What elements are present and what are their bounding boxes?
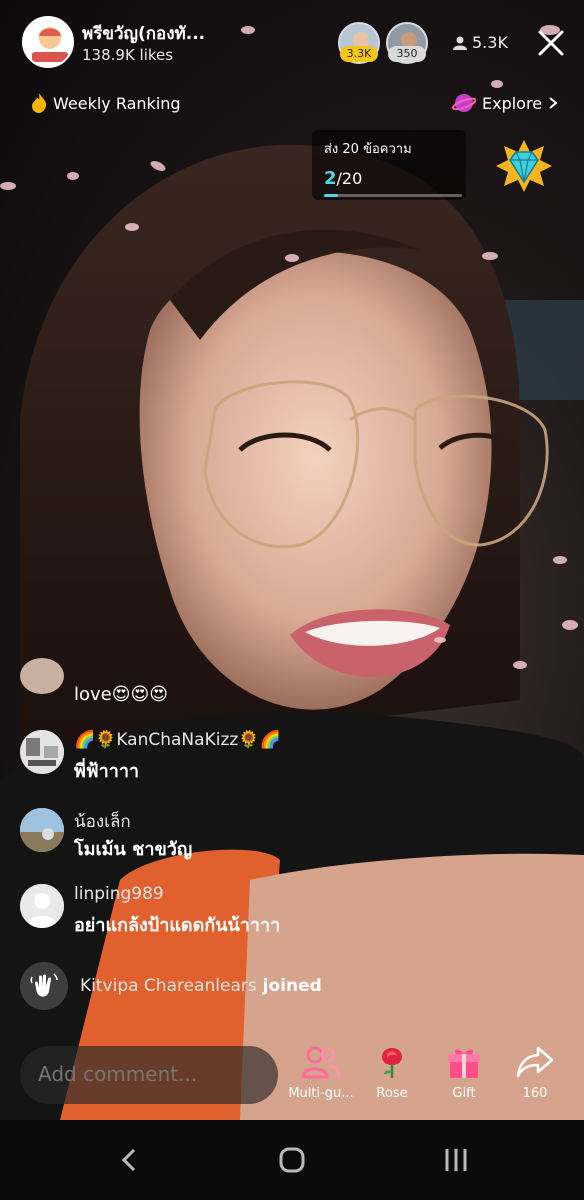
weekly-ranking-button[interactable]: Weekly Ranking [30,90,181,116]
comment-avatar[interactable] [20,808,64,852]
flame-icon [32,93,47,113]
system-nav-bar [0,1120,584,1200]
comment-input[interactable] [38,1062,258,1086]
wave-hand-avatar [20,962,68,1010]
person-icon [453,36,467,50]
host-name: พรีขวัญ(กองทั... [82,24,206,44]
message-task-widget[interactable]: ส่ง 20 ข้อความ 2/20 [312,130,466,200]
host-info[interactable]: พรีขวัญ(กองทั... 138.9K likes [18,12,318,70]
host-likes: 138.9K likes [82,46,174,64]
comment-box[interactable] [20,1046,278,1104]
multi-guest-icon [301,1046,341,1079]
diamond-icon [496,140,552,192]
gift-button[interactable]: Gift [429,1044,499,1106]
explore-label: Explore [482,93,543,113]
share-icon [516,1046,554,1078]
viewer-count-value: 5.3K [472,33,508,52]
comment-username[interactable]: น้องเล็ก [74,808,131,835]
joined-username[interactable]: Kitvipa Chareanlears [80,976,257,996]
comment-item: linping989 อย่าแกล้งป้าแดดกันน้าาาา [18,884,358,960]
comment-item: 🌈🌻KanChaNaKizz🌻🌈 พี่ฟ้าาาา [18,730,358,808]
comment-list[interactable]: love😍😍😍 🌈🌻KanChaNaKizz🌻🌈 พี่ฟ้าาาา น้องเ… [18,658,358,960]
comment-username[interactable]: linping989 [74,884,164,904]
gift-icon [448,1049,480,1078]
weekly-ranking-label: Weekly Ranking [53,93,181,113]
task-progress: 2/20 [324,168,362,189]
multi-guest-button[interactable]: Multi-gu... [286,1044,356,1106]
joined-suffix: joined [256,976,322,996]
chevron-right-icon [549,97,558,109]
viewer-count[interactable]: 5.3K [452,33,508,52]
task-progress-total: /20 [336,169,363,188]
home-icon [279,1147,305,1173]
comment-username[interactable]: 🌈🌻KanChaNaKizz🌻🌈 [74,730,281,750]
wave-hand-icon [30,973,58,997]
nav-back-button[interactable] [110,1140,150,1180]
recents-icon [445,1149,467,1171]
join-notice-text: Kitvipa Chareanlears joined [80,976,322,996]
comment-avatar[interactable] [20,884,64,928]
comment-avatar[interactable] [20,658,64,694]
comment-avatar[interactable] [20,730,64,774]
explore-button[interactable]: Explore [452,90,558,116]
comment-item: น้องเล็ก โมเม้น ชาขวัญ [18,808,358,884]
rose-gift-button[interactable]: Rose [357,1044,427,1106]
comment-text: อย่าแกล้งป้าแดดกันน้าาาา [74,915,281,936]
nav-home-button[interactable] [272,1140,312,1180]
task-title: ส่ง 20 ข้อความ [324,142,412,157]
gift-label: Gift [452,1086,476,1101]
share-button[interactable]: 160 [500,1044,570,1106]
comment-item: love😍😍😍 [18,658,358,730]
rose-icon [382,1048,402,1078]
task-progress-current: 2 [324,168,337,189]
task-progress-bar [324,194,462,197]
back-icon [121,1148,136,1172]
task-progress-fill [324,194,338,197]
diamond-reward[interactable] [494,138,554,194]
multi-guest-label: Multi-gu... [288,1086,354,1101]
share-count: 160 [522,1086,548,1101]
comment-text: love😍😍😍 [74,684,169,705]
planet-icon [452,94,476,112]
host-avatar[interactable] [22,16,74,68]
nav-recents-button[interactable] [436,1140,476,1180]
comment-text: โมเม้น ชาขวัญ [74,839,193,860]
comment-text: พี่ฟ้าาาา [74,761,140,782]
rose-label: Rose [376,1086,408,1101]
top-viewer-2-badge: 350 [388,46,426,62]
close-icon [538,30,564,56]
top-viewer-1-badge: 3.3K [340,46,378,62]
close-button[interactable] [534,26,568,60]
join-notice: Kitvipa Chareanlears joined [18,960,322,1012]
